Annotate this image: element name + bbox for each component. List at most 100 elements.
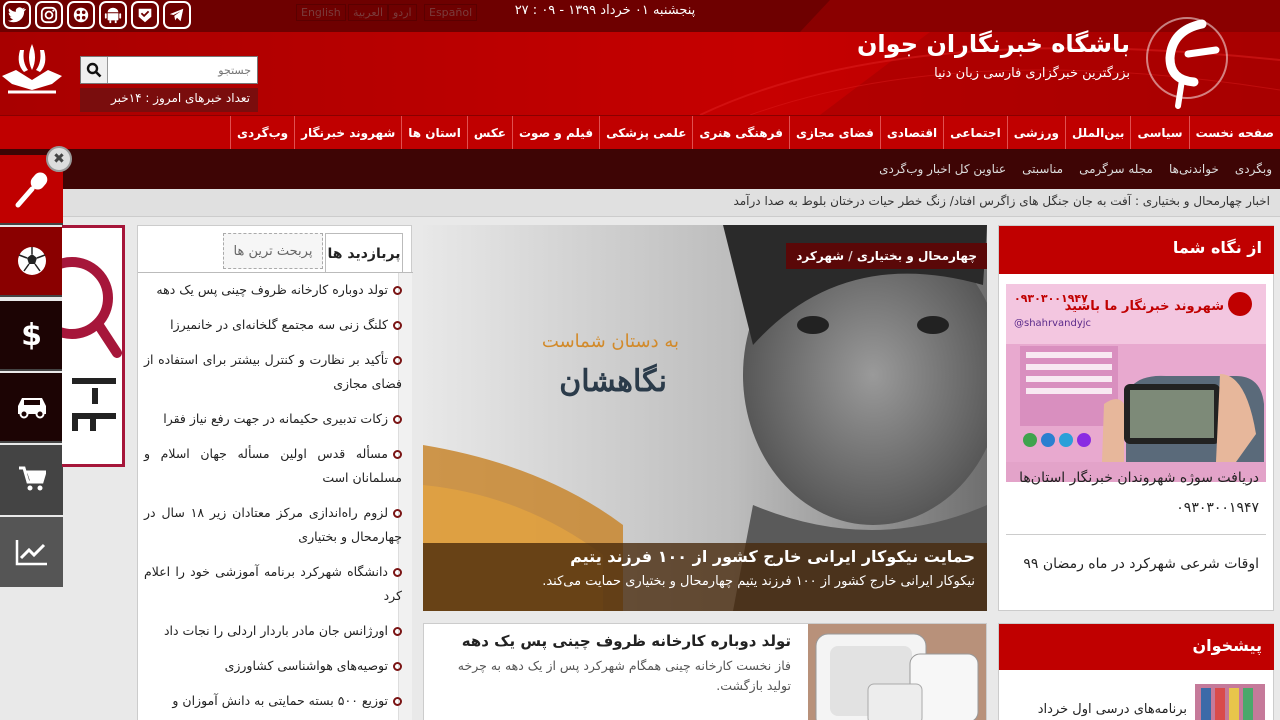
list-item[interactable]: اورژانس جان مادر باردار اردلی را نجات دا… [144, 619, 402, 643]
subnav-item-webgardi[interactable]: وبگردی [1227, 162, 1280, 176]
poster-number: ۰۹۳۰۳۰۰۱۹۴۷ [1014, 292, 1088, 305]
from-your-view-panel: از نگاه شما شهروند خبرنگار ما باشید ۰۹۳۰… [998, 225, 1274, 611]
subnav-item-readables[interactable]: خواندنی‌ها [1161, 162, 1227, 176]
view-item-title[interactable]: اوقات شرعی شهرکرد در ماه رمضان ۹۹ [1023, 556, 1259, 572]
subnav-item-all-titles[interactable]: عناوین کل اخبار وب‌گردی [871, 162, 1014, 176]
nav-item-political[interactable]: سیاسی [1130, 116, 1188, 150]
subnav-item-occasions[interactable]: مناسبتی [1014, 162, 1071, 176]
news-count: تعداد خبرهای امروز : ۱۴خبر [80, 88, 258, 112]
ad-graphic [62, 257, 122, 431]
lang-arabic[interactable]: العربیة [348, 4, 389, 21]
android-icon[interactable] [99, 1, 127, 29]
search-button[interactable] [81, 57, 108, 83]
hero-lead: نیکوکار ایرانی خارج کشور از ۱۰۰ فرزند یت… [542, 574, 975, 589]
bullet-icon [393, 697, 402, 706]
nav-item-photo[interactable]: عکس [466, 116, 512, 150]
yjc-logo[interactable] [1142, 10, 1232, 110]
hero-overlay-big: نگاهشان [559, 363, 667, 399]
nav-item-economy[interactable]: اقتصادی [879, 116, 943, 150]
tab-divider [138, 272, 413, 273]
irib-logo[interactable] [0, 40, 64, 100]
sidebar-item-auto[interactable] [0, 373, 63, 443]
car-icon [17, 398, 46, 419]
nav-item-science-medicine[interactable]: علمی پزشکی [599, 116, 692, 150]
hero-caption: حمایت نیکوکار ایرانی خارج کشور از ۱۰۰ فر… [423, 543, 987, 611]
list-item[interactable]: دانشگاه شهرکرد برنامه آموزشی خود را اعلا… [144, 560, 402, 608]
news-card-image[interactable] [808, 624, 986, 720]
microphone-icon [15, 172, 47, 208]
poster-title: شهروند خبرنگار ما باشید [1065, 298, 1224, 314]
list-item[interactable]: تأکید بر نظارت و کنترل بیشتر برای استفاد… [144, 348, 402, 396]
search-input[interactable] [109, 57, 257, 83]
hero-category-badge[interactable]: چهارمحال و بختیاری / شهرکرد [786, 243, 987, 269]
nav-item-social[interactable]: اجتماعی [943, 116, 1007, 150]
instagram-icon[interactable] [35, 1, 63, 29]
list-item[interactable]: زکات تدبیری حکیمانه در جهت رفع نیاز فقرا [144, 407, 402, 431]
most-viewed-panel: پربازدید ها پربحث ترین ها تولد دوباره کا… [137, 225, 413, 720]
sidebar-item-shopping[interactable] [0, 445, 63, 515]
telegram-icon[interactable] [163, 1, 191, 29]
citizen-reporter-poster[interactable]: شهروند خبرنگار ما باشید ۰۹۳۰۳۰۰۱۹۴۷ @sha… [1006, 284, 1266, 482]
search-box [80, 56, 258, 84]
divider [1006, 534, 1266, 535]
list-item[interactable]: کلنگ زنی سه مجتمع گلخانه‌ای در خانمیرزا [144, 313, 402, 337]
bullet-icon [393, 662, 402, 671]
bullet-icon [393, 286, 402, 295]
nav-item-provinces[interactable]: استان ها [401, 116, 467, 150]
hero-news[interactable]: به دستان شماست نگاهشان چهارمحال و بختیار… [423, 225, 987, 611]
chart-icon [15, 540, 47, 566]
list-item[interactable]: مسأله قدس اولین مسأله جهان اسلام و مسلما… [144, 442, 402, 490]
header-datetime: ۲۷ : ۰۹ - پنجشنبه ۰۱ خرداد ۱۳۹۹ [514, 3, 696, 18]
panel-heading[interactable]: از نگاه شما [999, 226, 1274, 274]
tab-most-viewed[interactable]: پربازدید ها [325, 233, 403, 273]
tab-most-discussed[interactable]: پربحث ترین ها [223, 233, 323, 269]
nav-item-international[interactable]: بین‌الملل [1064, 116, 1130, 150]
news-ticker[interactable]: اخبار چهارمحال و بختیاری : آفت به جان جن… [0, 189, 1280, 217]
bullet-icon [393, 415, 402, 424]
list-item[interactable]: تولد دوباره کارخانه ظروف چینی پس یک دهه [144, 278, 402, 302]
news-card-title[interactable]: تولد دوباره کارخانه ظروف چینی پس یک دهه [462, 632, 791, 650]
advertisement-banner[interactable] [62, 225, 125, 467]
sidebar-item-stats[interactable] [0, 517, 63, 587]
nav-item-video-audio[interactable]: فیلم و صوت [512, 116, 599, 150]
hero-title[interactable]: حمایت نیکوکار ایرانی خارج کشور از ۱۰۰ فر… [435, 547, 975, 566]
most-viewed-list: تولد دوباره کارخانه ظروف چینی پس یک دهه … [144, 278, 403, 720]
sidebar-close-button[interactable]: ✖ [46, 146, 72, 172]
panel-heading[interactable]: پیشخوان [999, 624, 1274, 670]
subnav-item-entertainment[interactable]: مجله سرگرمی [1071, 162, 1161, 176]
brand-subtitle: بزرگترین خبرگزاری فارسی زبان دنیا [934, 66, 1130, 81]
secondary-nav: وبگردی خواندنی‌ها مجله سرگرمی مناسبتی عن… [0, 149, 1280, 189]
primary-nav: صفحه نخست سیاسی بین‌الملل ورزشی اجتماعی … [0, 115, 1280, 150]
nav-item-home[interactable]: صفحه نخست [1188, 116, 1280, 150]
sidebar-item-economy[interactable]: $ [0, 301, 63, 371]
aparat-icon[interactable] [67, 1, 95, 29]
nav-item-culture-art[interactable]: فرهنگی هنری [692, 116, 789, 150]
list-item[interactable]: توزیع ۵۰۰ بسته حمایتی به دانش آموزان و [144, 689, 402, 713]
bullet-icon [393, 450, 402, 459]
nav-item-cyberspace[interactable]: فضای مجازی [788, 116, 880, 150]
twitter-icon[interactable] [3, 1, 31, 29]
list-item[interactable]: توصیه‌های هواشناسی کشاورزی [144, 654, 402, 678]
bullet-icon [393, 321, 402, 330]
hero-overlay-small: به دستان شماست [542, 331, 679, 352]
newsstand-thumbnail[interactable] [1195, 684, 1265, 720]
sidebar-item-sports[interactable] [0, 227, 63, 297]
lang-english[interactable]: English [296, 4, 346, 21]
news-card[interactable]: تولد دوباره کارخانه ظروف چینی پس یک دهه … [423, 623, 987, 720]
search-icon [86, 62, 102, 78]
cart-icon [18, 466, 46, 491]
newsstand-panel: پیشخوان برنامه‌های درسی اول خرداد [998, 623, 1274, 720]
nav-item-web-browsing[interactable]: وب‌گردی [229, 116, 294, 150]
nav-item-citizen-reporter[interactable]: شهروند خبرنگار [294, 116, 401, 150]
bullet-icon [393, 509, 403, 518]
bullet-icon [393, 568, 402, 577]
list-item[interactable]: لزوم راه‌اندازی مرکز معتادان زیر ۱۸ سال … [144, 501, 403, 549]
dollar-icon: $ [21, 317, 42, 353]
brand-title[interactable]: باشگاه خبرنگاران جوان [857, 30, 1130, 58]
soroush-icon[interactable] [131, 1, 159, 29]
nav-item-sports[interactable]: ورزشی [1006, 116, 1065, 150]
newsstand-item-title[interactable]: برنامه‌های درسی اول خرداد [1038, 702, 1187, 717]
lang-urdu[interactable]: اردو [388, 4, 417, 21]
floating-sidebar: $ [0, 155, 63, 591]
view-item-title[interactable]: دریافت سوژه شهروندان خبرنگار استان‌ها [1019, 470, 1259, 486]
